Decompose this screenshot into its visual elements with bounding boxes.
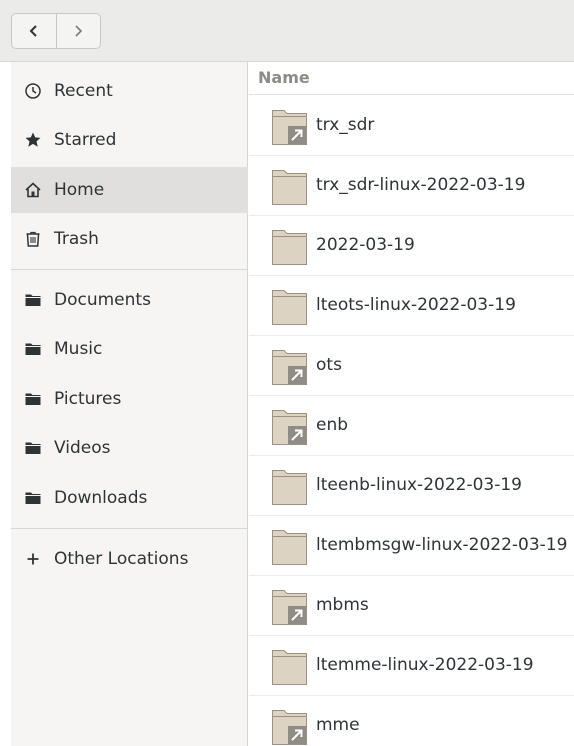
file-row[interactable]: mme <box>249 696 574 746</box>
folder-icon <box>23 339 43 359</box>
header-bar <box>0 0 574 62</box>
star-icon <box>23 130 43 150</box>
folder-link-icon <box>270 108 310 146</box>
clock-icon <box>23 81 43 101</box>
sidebar-item-label: Recent <box>54 81 113 101</box>
plus-icon <box>23 549 43 569</box>
file-name: mbms <box>316 595 369 615</box>
file-row[interactable]: lteenb-linux-2022-03-19 <box>249 456 574 516</box>
folder-icon <box>270 228 310 266</box>
folder-icon <box>23 290 43 310</box>
sidebar-item-other-locations[interactable]: Other Locations <box>11 536 248 582</box>
window-edge <box>0 62 11 746</box>
folder-icon <box>23 389 43 409</box>
file-name: ltembmsgw-linux-2022-03-19 <box>316 535 568 555</box>
sidebar-item-label: Downloads <box>54 488 148 508</box>
folder-icon <box>270 468 310 506</box>
sidebar-item-label: Other Locations <box>54 549 189 569</box>
sidebar-item-label: Pictures <box>54 389 122 409</box>
file-row[interactable]: lteots-linux-2022-03-19 <box>249 276 574 336</box>
sidebar-item-starred[interactable]: Starred <box>11 117 248 163</box>
name-column-header[interactable]: Name <box>249 62 574 95</box>
file-name: trx_sdr-linux-2022-03-19 <box>316 175 526 195</box>
file-name: 2022-03-19 <box>316 235 415 255</box>
sidebar-item-label: Starred <box>54 130 117 150</box>
sidebar-item-videos[interactable]: Videos <box>11 425 248 471</box>
sidebar-item-pictures[interactable]: Pictures <box>11 376 248 422</box>
file-row[interactable]: mbms <box>249 576 574 636</box>
sidebar-item-recent[interactable]: Recent <box>11 68 248 114</box>
file-row[interactable]: ltembmsgw-linux-2022-03-19 <box>249 516 574 576</box>
navigation-buttons <box>11 13 101 49</box>
home-icon <box>23 180 43 200</box>
sidebar-separator <box>11 269 248 270</box>
forward-button[interactable] <box>55 14 100 48</box>
file-name: ots <box>316 355 342 375</box>
file-row[interactable]: trx_sdr <box>249 96 574 156</box>
folder-icon <box>270 528 310 566</box>
folder-icon <box>270 648 310 686</box>
folder-icon <box>270 288 310 326</box>
sidebar-item-label: Trash <box>54 229 99 249</box>
places-sidebar: Recent Starred Home Trash Documents Musi… <box>11 62 248 746</box>
file-row[interactable]: trx_sdr-linux-2022-03-19 <box>249 156 574 216</box>
folder-icon <box>270 168 310 206</box>
file-list: Name trx_sdr trx_sdr-linux-2022-03-19 2022… <box>249 62 574 746</box>
file-row[interactable]: enb <box>249 396 574 456</box>
sidebar-item-documents[interactable]: Documents <box>11 277 248 323</box>
file-name: lteots-linux-2022-03-19 <box>316 295 516 315</box>
file-row[interactable]: ltemme-linux-2022-03-19 <box>249 636 574 696</box>
file-name: trx_sdr <box>316 115 375 135</box>
file-name: ltemme-linux-2022-03-19 <box>316 655 534 675</box>
sidebar-item-label: Videos <box>54 438 111 458</box>
sidebar-item-music[interactable]: Music <box>11 326 248 372</box>
file-name: mme <box>316 715 360 735</box>
sidebar-item-downloads[interactable]: Downloads <box>11 475 248 521</box>
folder-link-icon <box>270 408 310 446</box>
sidebar-item-trash[interactable]: Trash <box>11 216 248 262</box>
folder-icon <box>23 438 43 458</box>
folder-icon <box>23 488 43 508</box>
file-name: enb <box>316 415 349 435</box>
chevron-right-icon <box>75 25 83 37</box>
file-name: lteenb-linux-2022-03-19 <box>316 475 522 495</box>
folder-link-icon <box>270 708 310 746</box>
sidebar-item-home[interactable]: Home <box>11 167 248 213</box>
sidebar-item-label: Documents <box>54 290 151 310</box>
sidebar-item-label: Home <box>54 180 105 200</box>
folder-link-icon <box>270 348 310 386</box>
file-row[interactable]: ots <box>249 336 574 396</box>
chevron-left-icon <box>29 25 37 37</box>
file-row[interactable]: 2022-03-19 <box>249 216 574 276</box>
sidebar-item-label: Music <box>54 339 103 359</box>
trash-icon <box>23 229 43 249</box>
back-button[interactable] <box>12 14 56 48</box>
folder-link-icon <box>270 588 310 626</box>
sidebar-separator <box>11 528 248 529</box>
